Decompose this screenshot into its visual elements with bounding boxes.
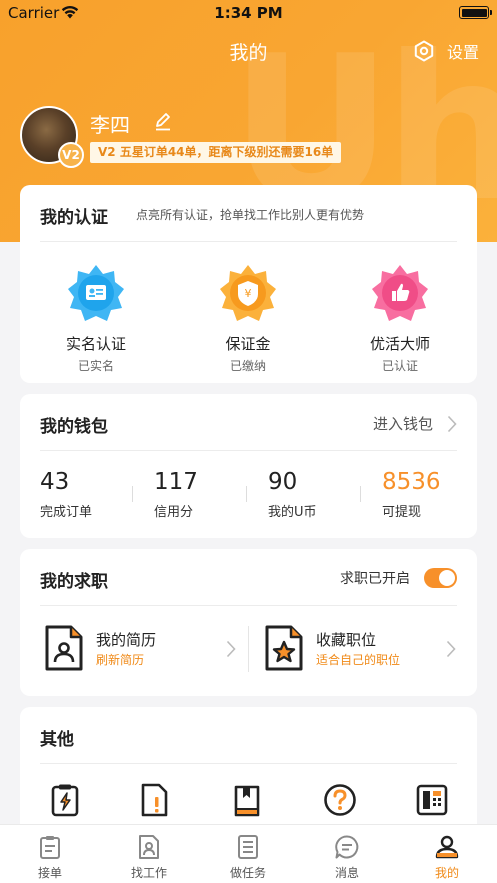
favorite-jobs[interactable]: 收藏职位 适合自己的职位 xyxy=(264,624,464,674)
cert-master[interactable]: 优活大师 已认证 xyxy=(340,263,460,374)
cert-deposit[interactable]: ¥ 保证金 已缴纳 xyxy=(188,263,308,374)
stat-label: 信用分 xyxy=(154,505,194,520)
job-item-title: 我的简历 xyxy=(96,631,157,649)
job-status: 求职已开启 xyxy=(340,568,457,588)
certification-subtitle: 点亮所有认证，抢单找工作比别人更有优势 xyxy=(136,208,365,222)
certification-card: 我的认证 点亮所有认证，抢单找工作比别人更有优势 实名认证 已实名 ¥ 保证金 … xyxy=(20,185,477,383)
id-card-icon xyxy=(68,265,124,321)
document-alert-icon[interactable] xyxy=(138,783,172,817)
cert-name: 实名认证 xyxy=(65,335,126,353)
battery-icon xyxy=(459,6,492,19)
cert-real-name[interactable]: 实名认证 已实名 xyxy=(36,263,156,374)
tab-mine[interactable]: 我的 xyxy=(397,825,497,883)
tab-label: 接单 xyxy=(37,866,62,880)
list-icon xyxy=(238,835,258,859)
stat-value: 8536 xyxy=(382,469,441,495)
clipboard-icon xyxy=(40,836,60,859)
stat-value: 90 xyxy=(268,469,298,495)
cert-status: 已认证 xyxy=(381,359,418,373)
job-item-title: 收藏职位 xyxy=(316,631,377,649)
calculator-icon[interactable] xyxy=(415,783,449,817)
stat-value: 117 xyxy=(154,469,198,495)
book-icon[interactable] xyxy=(230,783,264,817)
resume-icon xyxy=(45,625,83,671)
level-badge-icon: V2 xyxy=(58,142,84,168)
cert-name: 优活大师 xyxy=(369,335,430,353)
stat-divider xyxy=(132,486,133,502)
tab-label: 我的 xyxy=(434,866,459,880)
username: 李四 xyxy=(90,113,130,137)
stat-label: 我的U币 xyxy=(268,505,317,520)
tab-bar: 接单 找工作 做任务 消息 我的 xyxy=(0,824,497,883)
chevron-right-icon xyxy=(447,415,457,432)
wallet-title: 我的钱包 xyxy=(40,417,108,437)
tab-label: 做任务 xyxy=(229,866,266,880)
stat-ucoin[interactable]: 90 我的U币 xyxy=(246,469,368,520)
stat-label: 完成订单 xyxy=(40,505,93,520)
deposit-shield-icon: ¥ xyxy=(220,265,276,321)
clipboard-lightning-icon[interactable] xyxy=(48,783,82,817)
tab-orders[interactable]: 接单 xyxy=(0,825,100,883)
stat-divider xyxy=(360,486,361,502)
thumbs-up-icon xyxy=(372,265,428,321)
cert-status: 已缴纳 xyxy=(229,359,266,373)
favorite-job-icon xyxy=(265,625,303,671)
tab-messages[interactable]: 消息 xyxy=(297,825,397,883)
enter-wallet-label: 进入钱包 xyxy=(372,415,433,433)
help-icon[interactable] xyxy=(323,783,357,817)
job-divider xyxy=(248,626,249,672)
tab-find-job[interactable]: 找工作 xyxy=(99,825,199,883)
job-card: 我的求职 求职已开启 我的简历 刷新简历 收藏职位 适合自己的职位 xyxy=(20,549,477,696)
my-resume[interactable]: 我的简历 刷新简历 xyxy=(44,624,244,674)
stat-value: 43 xyxy=(40,469,70,495)
certification-title: 我的认证 xyxy=(40,208,108,228)
tab-label: 找工作 xyxy=(130,866,167,880)
status-bar: Carrier 1:34 PM xyxy=(0,0,497,26)
stat-withdrawable[interactable]: 8536 可提现 xyxy=(360,469,482,520)
stat-credit[interactable]: 117 信用分 xyxy=(132,469,254,520)
tab-tasks[interactable]: 做任务 xyxy=(198,825,298,883)
level-progress-badge: V2 五星订单44单，距离下级别还需要16单 xyxy=(90,142,342,163)
enter-wallet-link[interactable]: 进入钱包 xyxy=(373,413,457,434)
chevron-right-icon xyxy=(446,640,456,658)
job-title: 我的求职 xyxy=(40,572,108,592)
settings-label: 设置 xyxy=(446,43,479,62)
job-status-label: 求职已开启 xyxy=(340,571,410,587)
stat-label: 可提现 xyxy=(382,505,422,520)
stat-divider xyxy=(246,486,247,502)
tab-label: 消息 xyxy=(334,866,359,880)
clock: 1:34 PM xyxy=(214,4,283,22)
resume-tab-icon xyxy=(139,835,159,859)
cert-name: 保证金 xyxy=(225,335,271,353)
gear-icon xyxy=(414,40,434,62)
chevron-right-icon xyxy=(226,640,236,658)
stat-orders[interactable]: 43 完成订单 xyxy=(40,469,140,520)
job-toggle[interactable] xyxy=(424,568,457,588)
job-item-subtitle: 适合自己的职位 xyxy=(316,653,401,667)
other-title: 其他 xyxy=(40,730,74,750)
svg-text:¥: ¥ xyxy=(245,287,252,300)
wallet-card: 我的钱包 进入钱包 43 完成订单 117 信用分 90 我的U币 8536 可… xyxy=(20,394,477,538)
chat-icon xyxy=(335,835,359,859)
avatar[interactable]: V2 xyxy=(20,106,84,168)
edit-icon[interactable] xyxy=(153,111,173,131)
settings-button[interactable]: 设置 xyxy=(413,39,479,63)
user-icon xyxy=(435,835,459,859)
job-item-subtitle: 刷新简历 xyxy=(96,653,145,667)
cert-status: 已实名 xyxy=(77,359,114,373)
